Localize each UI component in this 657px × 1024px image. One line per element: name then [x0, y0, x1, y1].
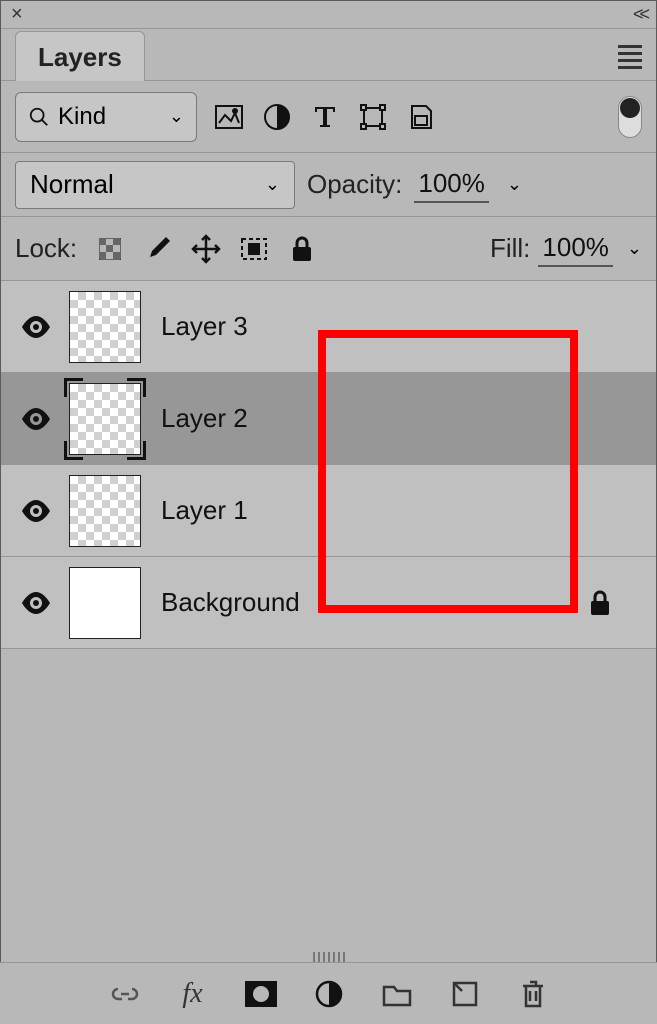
panel-menu-icon[interactable]: [618, 41, 642, 73]
layer-name[interactable]: Background: [161, 587, 300, 618]
layers-panel: × << Layers Kind ⌄: [0, 0, 657, 1024]
titlebar: × <<: [1, 1, 656, 29]
lock-icon: [588, 590, 612, 616]
filter-adjustment-icon[interactable]: [261, 101, 293, 133]
opacity-value[interactable]: 100%: [414, 166, 489, 203]
close-icon[interactable]: ×: [11, 3, 23, 26]
fill-value[interactable]: 100%: [538, 230, 613, 267]
lock-artboard-icon[interactable]: [239, 234, 269, 264]
eye-icon: [21, 500, 51, 522]
tab-label: Layers: [38, 42, 122, 72]
lock-transparency-icon[interactable]: [95, 234, 125, 264]
eye-icon: [21, 408, 51, 430]
lock-all-icon[interactable]: [287, 234, 317, 264]
blend-row: Normal ⌄ Opacity: 100% ⌄: [1, 153, 656, 217]
collapse-icon[interactable]: <<: [633, 4, 646, 25]
toggle-knob: [620, 98, 640, 118]
layer-row[interactable]: Layer 2: [1, 373, 656, 465]
tab-layers[interactable]: Layers: [15, 31, 145, 81]
eye-icon: [21, 592, 51, 614]
layer-style-icon[interactable]: fx: [177, 978, 209, 1010]
add-mask-icon[interactable]: [245, 978, 277, 1010]
filter-shape-icon[interactable]: [357, 101, 389, 133]
chevron-down-icon[interactable]: ⌄: [627, 238, 642, 259]
layer-name[interactable]: Layer 2: [161, 403, 248, 434]
fill-label: Fill:: [490, 233, 530, 264]
layer-thumbnail[interactable]: [69, 567, 141, 639]
filter-kind-select[interactable]: Kind ⌄: [15, 92, 197, 142]
delete-layer-icon[interactable]: [517, 978, 549, 1010]
opacity-label: Opacity:: [307, 169, 402, 200]
eye-icon: [21, 316, 51, 338]
filter-pixel-icon[interactable]: [213, 101, 245, 133]
lock-row: Lock: Fill: 100% ⌄: [1, 217, 656, 281]
lock-position-icon[interactable]: [191, 234, 221, 264]
fill-group: Fill: 100% ⌄: [490, 230, 642, 267]
layer-name[interactable]: Layer 1: [161, 495, 248, 526]
layer-row[interactable]: Layer 1: [1, 465, 656, 557]
visibility-toggle[interactable]: [15, 398, 57, 440]
visibility-toggle[interactable]: [15, 490, 57, 532]
filter-row: Kind ⌄: [1, 81, 656, 153]
filter-smartobject-icon[interactable]: [405, 101, 437, 133]
bottom-toolbar: fx: [0, 962, 657, 1024]
lock-label: Lock:: [15, 233, 77, 264]
filter-type-icon[interactable]: [309, 101, 341, 133]
filter-kind-label: Kind: [58, 103, 106, 131]
layer-name[interactable]: Layer 3: [161, 311, 248, 342]
layer-thumbnail[interactable]: [69, 383, 141, 455]
filter-toggle[interactable]: [618, 96, 642, 138]
search-icon: [28, 106, 50, 128]
layer-thumbnail[interactable]: [69, 475, 141, 547]
adjustment-layer-icon[interactable]: [313, 978, 345, 1010]
layers-list: Layer 3 Layer 2 Layer 1 Background: [1, 281, 656, 649]
blend-mode-value: Normal: [30, 169, 114, 200]
chevron-down-icon: ⌄: [169, 106, 184, 127]
chevron-down-icon[interactable]: ⌄: [507, 174, 522, 195]
layer-thumbnail[interactable]: [69, 291, 141, 363]
new-layer-icon[interactable]: [449, 978, 481, 1010]
chevron-down-icon: ⌄: [265, 174, 280, 195]
blend-mode-select[interactable]: Normal ⌄: [15, 161, 295, 209]
layer-row[interactable]: Background: [1, 557, 656, 649]
visibility-toggle[interactable]: [15, 582, 57, 624]
visibility-toggle[interactable]: [15, 306, 57, 348]
lock-icons: [95, 234, 317, 264]
tab-bar: Layers: [1, 29, 656, 81]
link-layers-icon[interactable]: [109, 978, 141, 1010]
lock-brush-icon[interactable]: [143, 234, 173, 264]
new-group-icon[interactable]: [381, 978, 413, 1010]
layer-row[interactable]: Layer 3: [1, 281, 656, 373]
resize-grip[interactable]: [313, 952, 345, 962]
